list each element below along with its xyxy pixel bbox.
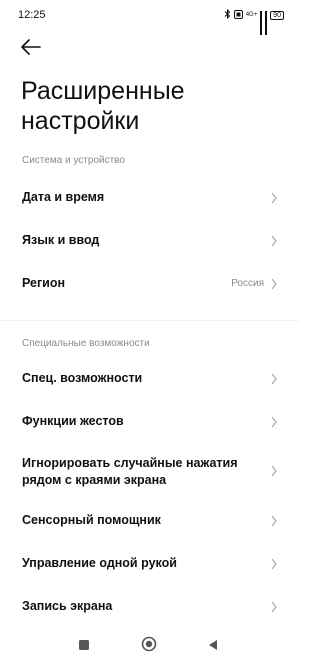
circle-icon	[141, 636, 157, 652]
row-one-handed-mode[interactable]: Управление одной рукой	[0, 546, 300, 582]
status-icons: 4G+ 90	[224, 8, 284, 35]
status-bar: 12:25 4G+ 90	[0, 0, 300, 35]
back-nav-button[interactable]	[207, 638, 219, 656]
row-label: Язык и ввод	[22, 233, 100, 247]
navigation-bar	[0, 628, 300, 666]
chevron-right-icon	[271, 515, 277, 527]
row-date-time[interactable]: Дата и время	[0, 180, 300, 216]
signal-icon	[260, 10, 263, 35]
row-label: Дата и время	[22, 190, 105, 204]
chevron-right-icon	[271, 558, 277, 570]
recents-button[interactable]	[78, 638, 90, 656]
section-divider	[0, 320, 300, 321]
row-label: Игнорировать случайные нажатия рядом с к…	[22, 456, 238, 487]
status-time: 12:25	[18, 9, 46, 21]
chevron-right-icon	[271, 235, 277, 247]
row-region[interactable]: Регион Россия	[0, 266, 300, 302]
chevron-right-icon	[271, 416, 277, 428]
battery-icon: 90	[270, 10, 284, 20]
row-language-input[interactable]: Язык и ввод	[0, 223, 300, 259]
row-gesture-functions[interactable]: Функции жестов	[0, 404, 300, 440]
back-button[interactable]	[18, 36, 44, 58]
row-ignore-edge-touches[interactable]: Игнорировать случайные нажатия рядом с к…	[0, 447, 300, 497]
chevron-right-icon	[271, 278, 277, 290]
row-label: Запись экрана	[22, 599, 113, 613]
network-type: 4G+	[245, 12, 258, 18]
chevron-right-icon	[271, 373, 277, 385]
row-screen-recording[interactable]: Запись экрана	[0, 589, 300, 625]
nfc-icon	[233, 9, 243, 21]
page-title: Расширенные настройки	[21, 77, 185, 135]
row-label: Управление одной рукой	[22, 556, 177, 570]
bluetooth-icon	[224, 8, 231, 21]
row-label: Функции жестов	[22, 414, 124, 428]
section-header-system: Система и устройство	[22, 155, 125, 166]
row-touch-assistant[interactable]: Сенсорный помощник	[0, 503, 300, 539]
square-icon	[79, 640, 89, 650]
arrow-left-icon	[21, 39, 41, 55]
triangle-left-icon	[209, 640, 217, 650]
section-header-accessibility: Специальные возможности	[22, 338, 150, 349]
signal-icon-2	[265, 10, 268, 35]
row-label: Регион	[22, 276, 66, 290]
row-label: Сенсорный помощник	[22, 513, 161, 527]
chevron-right-icon	[271, 192, 277, 204]
row-accessibility[interactable]: Спец. возможности	[0, 361, 300, 397]
chevron-right-icon	[271, 465, 277, 477]
region-value: Россия	[231, 278, 264, 289]
chevron-right-icon	[271, 601, 277, 613]
row-label: Спец. возможности	[22, 371, 143, 385]
home-button[interactable]	[141, 636, 157, 657]
